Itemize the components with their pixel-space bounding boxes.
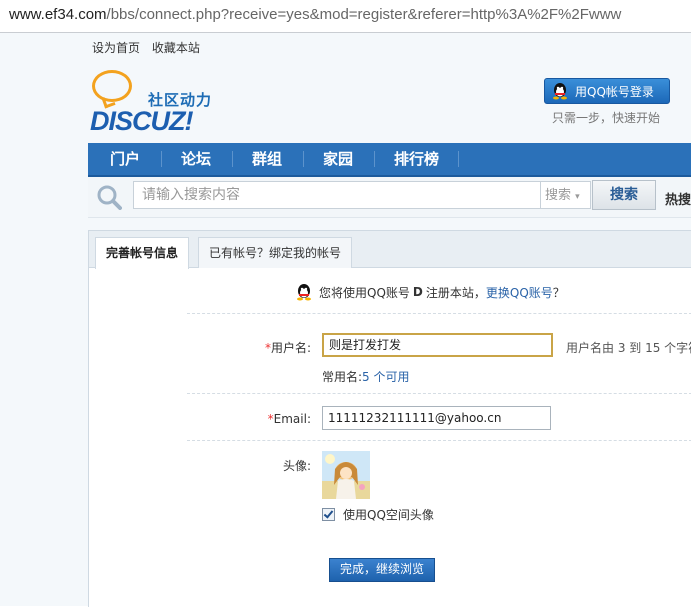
set-home-link[interactable]: 设为首页 xyxy=(92,41,140,55)
search-button[interactable]: 搜索 xyxy=(592,180,656,210)
username-hint: 用户名由 3 到 15 个字符 xyxy=(566,341,691,355)
nav-separator xyxy=(458,151,459,167)
suggest-link[interactable]: 5 个可用 xyxy=(362,370,409,384)
avatar-image xyxy=(322,451,370,499)
browser-address-bar[interactable]: www.ef34.com/bbs/connect.php?receive=yes… xyxy=(0,0,691,33)
url-text[interactable]: www.ef34.com/bbs/connect.php?receive=yes… xyxy=(9,6,621,23)
use-qq-avatar-checkbox[interactable]: 使用QQ空间头像 xyxy=(322,506,434,523)
qq-notice: 您将使用QQ账号 D 注册本站， 更换QQ账号 ？ xyxy=(295,283,565,301)
email-input[interactable]: 11111232111111@yahoo.cn xyxy=(322,406,551,430)
search-type-select[interactable]: 搜索 ▾ xyxy=(541,181,591,209)
username-label-text: 用户名: xyxy=(270,341,311,355)
divider xyxy=(187,393,691,394)
avatar xyxy=(322,451,370,499)
notice-suffix: ？ xyxy=(552,285,565,300)
url-path: /bbs/connect.php?receive=yes&mod=registe… xyxy=(106,6,622,23)
qq-penguin-icon xyxy=(297,284,311,301)
submit-button[interactable]: 完成，继续浏览 xyxy=(329,558,435,582)
top-links: 设为首页 收藏本站 xyxy=(92,39,208,56)
nav-item-group[interactable]: 群组 xyxy=(252,143,282,175)
nav-item-home[interactable]: 家园 xyxy=(323,143,353,175)
main-nav: 门户 论坛 群组 家园 排行榜 xyxy=(88,143,691,177)
search-input[interactable]: 请输入搜索内容 xyxy=(133,181,541,209)
search-bar: 请输入搜索内容 搜索 ▾ 搜索 热搜 xyxy=(88,177,691,218)
search-icon xyxy=(97,185,122,210)
qq-nickname: D xyxy=(412,285,423,299)
qq-login-button[interactable]: 用QQ帐号登录 xyxy=(544,78,670,104)
username-label: *用户名: xyxy=(191,339,311,356)
divider xyxy=(187,440,691,441)
avatar-label: 头像: xyxy=(282,459,311,473)
email-label: *Email: xyxy=(191,412,311,426)
hot-search-label: 热搜 xyxy=(665,193,691,208)
notice-prefix: 您将使用QQ账号 xyxy=(319,285,410,300)
logo-en-text: DISCUZ! xyxy=(90,106,193,136)
change-qq-link[interactable]: 更换QQ账号 xyxy=(486,284,553,301)
tab-bar: 完善帐号信息 已有帐号？绑定我的帐号 xyxy=(89,231,691,269)
notice-middle: 注册本站， xyxy=(425,285,486,300)
divider xyxy=(187,313,691,314)
bookmark-link[interactable]: 收藏本站 xyxy=(152,41,200,55)
qq-login-label: 用QQ帐号登录 xyxy=(575,84,654,99)
username-input[interactable]: 则是打发打发 xyxy=(322,333,553,357)
email-label-text: Email: xyxy=(273,412,311,426)
nav-item-forum[interactable]: 论坛 xyxy=(181,143,211,175)
tab-bind-existing[interactable]: 已有帐号？绑定我的帐号 xyxy=(198,237,353,268)
site-logo[interactable]: 社区动力 DISCUZ! xyxy=(88,68,228,138)
qq-penguin-icon xyxy=(553,83,567,100)
nav-item-ranking[interactable]: 排行榜 xyxy=(394,143,439,175)
nav-item-portal[interactable]: 门户 xyxy=(110,143,140,175)
qq-login-tip: 只需一步，快速开始 xyxy=(552,111,661,125)
search-type-label: 搜索 xyxy=(545,188,572,203)
tab-complete-info[interactable]: 完善帐号信息 xyxy=(95,237,190,269)
url-host: www.ef34.com xyxy=(9,6,107,23)
nav-separator xyxy=(161,151,162,167)
register-panel: 完善帐号信息 已有帐号？绑定我的帐号 您将使用QQ账号 D 注册本站， 更换QQ… xyxy=(88,230,691,607)
username-suggestion: 常用名:5 个可用 xyxy=(322,368,410,385)
nav-separator xyxy=(374,151,375,167)
use-qq-avatar-label: 使用QQ空间头像 xyxy=(343,508,434,522)
chevron-down-icon: ▾ xyxy=(575,192,580,202)
nav-separator xyxy=(303,151,304,167)
suggest-label: 常用名: xyxy=(322,370,363,384)
nav-separator xyxy=(232,151,233,167)
checkbox-checked-icon xyxy=(322,508,335,521)
